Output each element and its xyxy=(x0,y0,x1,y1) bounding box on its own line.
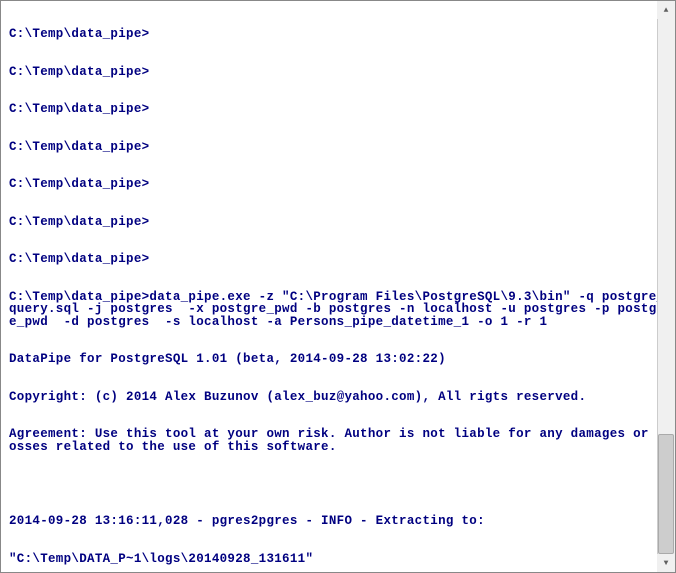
scrollbar-thumb[interactable] xyxy=(658,434,674,554)
terminal-output[interactable]: C:\Temp\data_pipe> C:\Temp\data_pipe> C:… xyxy=(1,1,675,572)
scroll-up-arrow-icon[interactable]: ▲ xyxy=(657,1,675,19)
log-extracting: 2014-09-28 13:16:11,028 - pgres2pgres - … xyxy=(9,515,667,528)
scrollbar[interactable]: ▲ ▼ xyxy=(657,1,675,572)
prompt-line: C:\Temp\data_pipe> xyxy=(9,28,667,41)
command-line: C:\Temp\data_pipe>data_pipe.exe -z "C:\P… xyxy=(9,291,667,329)
blank-line xyxy=(9,478,667,490)
prompt-line: C:\Temp\data_pipe> xyxy=(9,66,667,79)
scroll-down-arrow-icon[interactable]: ▼ xyxy=(657,554,675,572)
prompt-line: C:\Temp\data_pipe> xyxy=(9,178,667,191)
prompt-line: C:\Temp\data_pipe> xyxy=(9,141,667,154)
prompt-line: C:\Temp\data_pipe> xyxy=(9,253,667,266)
copyright-line: Copyright: (c) 2014 Alex Buzunov (alex_b… xyxy=(9,391,667,404)
app-banner: DataPipe for PostgreSQL 1.01 (beta, 2014… xyxy=(9,353,667,366)
prompt-line: C:\Temp\data_pipe> xyxy=(9,216,667,229)
agreement-line: Agreement: Use this tool at your own ris… xyxy=(9,428,667,453)
log-path: "C:\Temp\DATA_P~1\logs\20140928_131611" xyxy=(9,553,667,566)
prompt-line: C:\Temp\data_pipe> xyxy=(9,103,667,116)
